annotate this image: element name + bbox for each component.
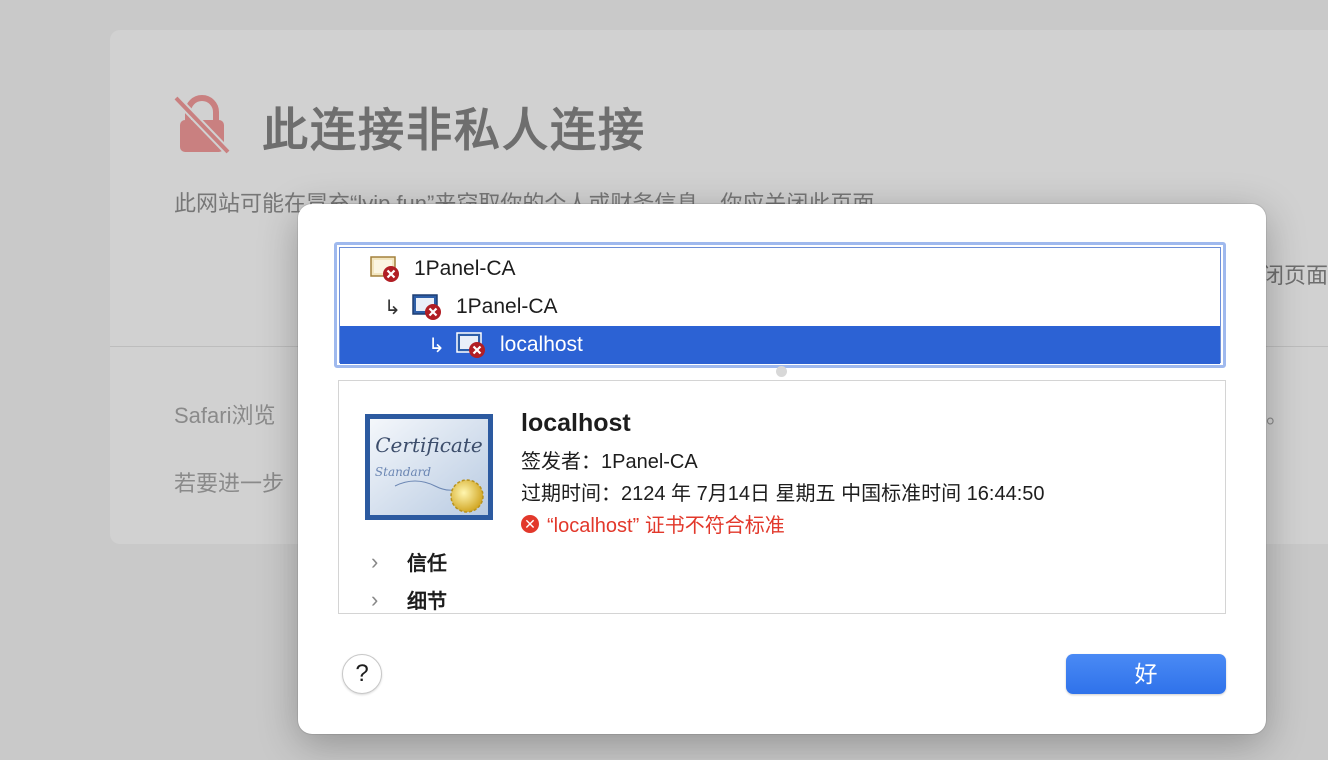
- details-label: 细节: [407, 591, 447, 613]
- trust-label: 信任: [407, 553, 447, 575]
- chain-item-root[interactable]: 1Panel-CA: [340, 250, 1220, 288]
- child-arrow-icon: ↳: [384, 296, 401, 319]
- certificate-error-icon: [456, 331, 486, 359]
- trust-disclosure[interactable]: › 信任: [371, 547, 447, 576]
- certificate-error-icon: [412, 293, 442, 321]
- certificate-image-subtitle: Standard: [375, 465, 431, 479]
- chain-item-label: 1Panel-CA: [414, 257, 516, 280]
- details-disclosure[interactable]: › 细节: [371, 585, 447, 614]
- certificate-image-title: Certificate: [375, 433, 482, 457]
- certificate-chain-inner: 1Panel-CA ↳ 1Panel-CA ↳ localhost: [339, 247, 1221, 364]
- certificate-expiry: 过期时间：2124 年 7月14日 星期五 中国标准时间 16:44:50: [521, 483, 1045, 505]
- chain-item-label: 1Panel-CA: [456, 295, 558, 318]
- certificate-dialog: 1Panel-CA ↳ 1Panel-CA ↳ localhost Certif…: [298, 204, 1266, 734]
- split-view-handle[interactable]: [776, 366, 787, 377]
- error-x-icon: ✕: [521, 514, 539, 533]
- chain-item-leaf[interactable]: ↳ localhost: [340, 326, 1220, 364]
- close-page-button[interactable]: 闭页面: [1262, 258, 1328, 290]
- certificate-detail-panel: Certificate Standard localhost 签发者：1Pane…: [338, 380, 1226, 614]
- chevron-right-icon: ›: [371, 548, 379, 574]
- certificate-error-text: “localhost” 证书不符合标准: [547, 515, 785, 537]
- chain-item-label: localhost: [500, 333, 583, 356]
- warning-title: 此连接非私人连接: [262, 104, 646, 156]
- certificate-name: localhost: [521, 409, 631, 437]
- warning-paragraph-1: Safari浏览: [174, 403, 276, 428]
- chain-item-intermediate[interactable]: ↳ 1Panel-CA: [340, 288, 1220, 326]
- certificate-error-message: ✕ “localhost” 证书不符合标准: [521, 509, 785, 538]
- certificate-chain-list[interactable]: 1Panel-CA ↳ 1Panel-CA ↳ localhost: [334, 242, 1226, 368]
- warning-paragraph-2: 若要进一步: [174, 471, 285, 496]
- child-arrow-icon: ↳: [428, 334, 445, 357]
- warning-paragraph-1-end: 。: [1266, 403, 1289, 428]
- help-button[interactable]: ?: [342, 654, 382, 694]
- ok-button[interactable]: 好: [1066, 654, 1226, 694]
- certificate-error-icon: [370, 255, 400, 283]
- broken-lock-icon: [172, 94, 232, 156]
- certificate-image-icon: Certificate Standard: [365, 414, 493, 520]
- certificate-issuer: 签发者：1Panel-CA: [521, 451, 698, 473]
- chevron-right-icon: ›: [371, 586, 379, 612]
